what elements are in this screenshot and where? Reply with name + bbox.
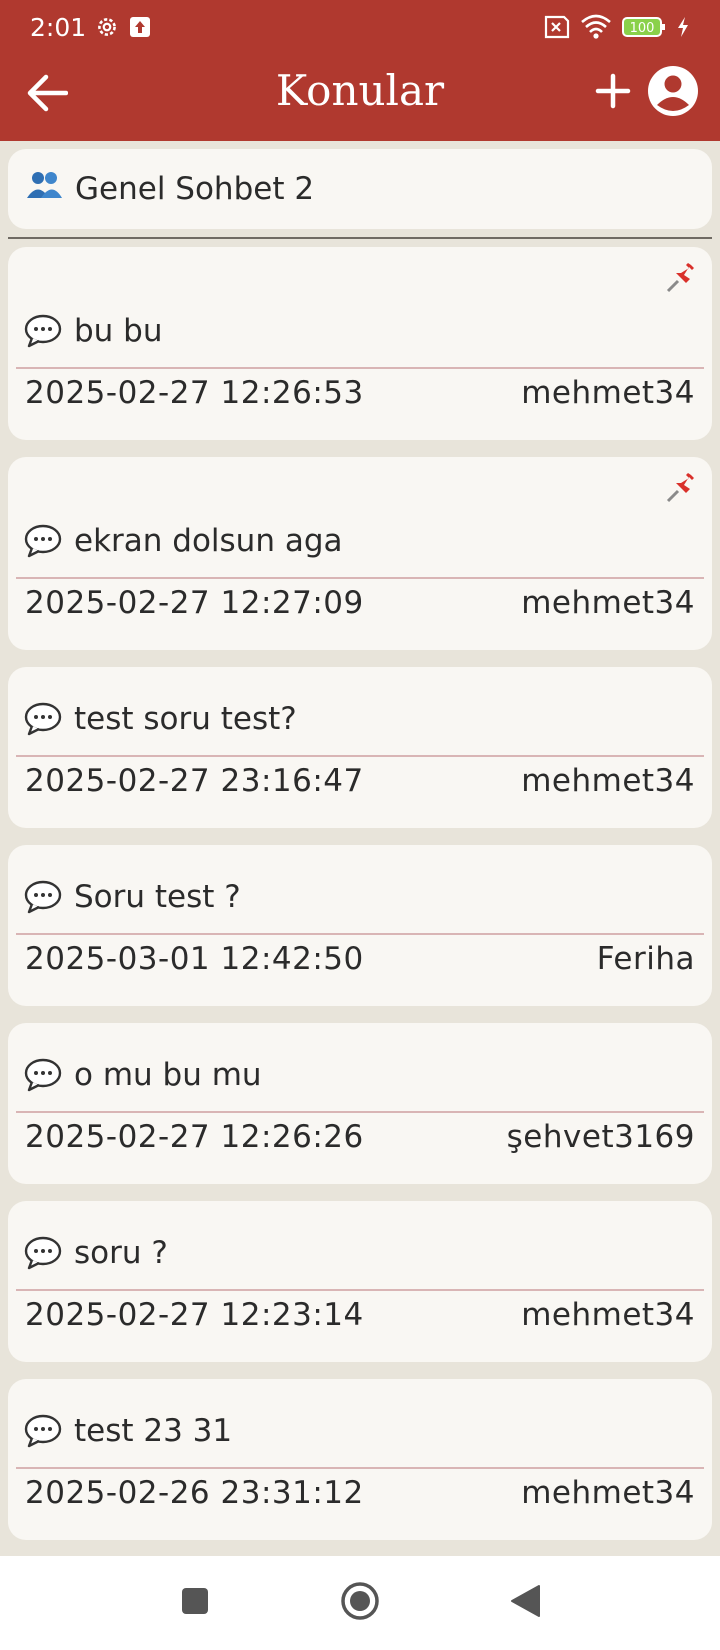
wifi-icon (580, 14, 612, 40)
status-time: 2:01 (30, 12, 87, 42)
topic-author: mehmet34 (521, 375, 695, 411)
topic-card[interactable]: o mu bu mu 2025-02-27 12:26:26 şehvet316… (8, 1023, 712, 1184)
no-sim-icon (540, 15, 570, 39)
topic-card[interactable]: bu bu 2025-02-27 12:26:53 mehmet34 (8, 247, 712, 440)
topic-card[interactable]: ekran dolsun aga 2025-02-27 12:27:09 meh… (8, 457, 712, 650)
recents-button[interactable] (170, 1578, 220, 1628)
topic-title: Soru test ? (74, 879, 241, 915)
speech-bubble-icon (24, 1414, 62, 1448)
add-topic-button[interactable] (588, 68, 638, 118)
back-nav-button[interactable] (500, 1578, 550, 1628)
topic-date: 2025-02-27 12:27:09 (25, 585, 364, 621)
topic-title: test soru test? (74, 701, 297, 737)
topic-card[interactable]: Soru test ? 2025-03-01 12:42:50 Feriha (8, 845, 712, 1006)
profile-button[interactable] (646, 66, 700, 120)
topic-divider (16, 367, 704, 369)
topic-list: bu bu 2025-02-27 12:26:53 mehmet34 ekran… (8, 247, 712, 1557)
topic-date: 2025-02-26 23:31:12 (25, 1475, 364, 1511)
speech-bubble-icon (24, 1058, 62, 1092)
topic-card[interactable]: soru ? 2025-02-27 12:23:14 mehmet34 (8, 1201, 712, 1362)
divider (8, 237, 712, 239)
speech-bubble-icon (24, 880, 62, 914)
home-button[interactable] (335, 1578, 385, 1628)
charging-bolt-icon (676, 16, 690, 38)
battery-icon: 100 (622, 15, 666, 39)
topic-author: Feriha (596, 941, 695, 977)
topic-title: ekran dolsun aga (74, 523, 343, 559)
system-nav-bar (0, 1556, 720, 1650)
people-icon (25, 169, 63, 209)
status-bar: 2:01 100 (0, 0, 720, 54)
top-bar: 2:01 100 Konular (0, 0, 720, 141)
group-name: Genel Sohbet 2 (75, 171, 315, 207)
circle-home-icon (340, 1581, 380, 1625)
group-header-card[interactable]: Genel Sohbet 2 (8, 149, 712, 229)
account-circle-icon (647, 65, 699, 121)
upload-notification-icon (128, 15, 152, 39)
arrow-left-icon (26, 73, 69, 117)
svg-text:100: 100 (630, 21, 655, 36)
topic-title: test 23 31 (74, 1413, 233, 1449)
topic-title: o mu bu mu (74, 1057, 262, 1093)
square-icon (180, 1586, 210, 1620)
pushpin-icon (664, 261, 698, 303)
topic-author: mehmet34 (521, 1297, 695, 1333)
topic-divider (16, 933, 704, 935)
topic-author: mehmet34 (521, 763, 695, 799)
back-button[interactable] (22, 70, 72, 120)
settings-gear-icon (94, 14, 120, 40)
speech-bubble-icon (24, 702, 62, 736)
topic-title: soru ? (74, 1235, 168, 1271)
topic-card[interactable]: test 23 31 2025-02-26 23:31:12 mehmet34 (8, 1379, 712, 1540)
topic-divider (16, 1289, 704, 1291)
speech-bubble-icon (24, 524, 62, 558)
triangle-back-icon (509, 1584, 541, 1622)
topic-title: bu bu (74, 313, 163, 349)
plus-icon (595, 73, 631, 113)
topic-divider (16, 755, 704, 757)
topic-divider (16, 577, 704, 579)
topic-card[interactable]: test soru test? 2025-02-27 23:16:47 mehm… (8, 667, 712, 828)
topic-date: 2025-02-27 12:26:26 (25, 1119, 364, 1155)
topic-author: şehvet3169 (506, 1119, 695, 1155)
speech-bubble-icon (24, 314, 62, 348)
app-bar: Konular (0, 54, 720, 141)
topic-date: 2025-02-27 23:16:47 (25, 763, 364, 799)
topic-date: 2025-02-27 12:23:14 (25, 1297, 364, 1333)
speech-bubble-icon (24, 1236, 62, 1270)
topic-divider (16, 1111, 704, 1113)
pushpin-icon (664, 471, 698, 513)
topic-author: mehmet34 (521, 1475, 695, 1511)
topic-date: 2025-03-01 12:42:50 (25, 941, 364, 977)
topic-date: 2025-02-27 12:26:53 (25, 375, 364, 411)
topic-author: mehmet34 (521, 585, 695, 621)
topic-divider (16, 1467, 704, 1469)
